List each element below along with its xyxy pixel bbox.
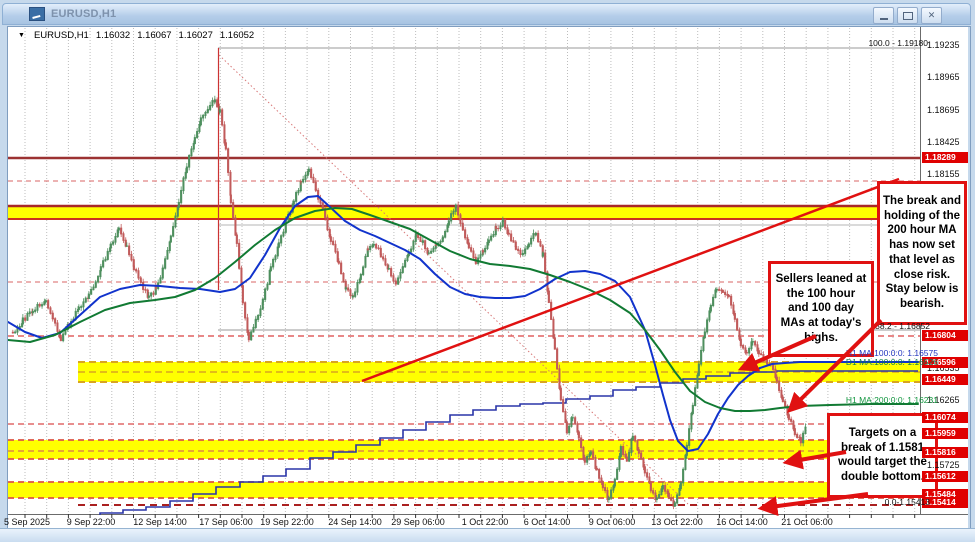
time-axis[interactable] xyxy=(8,514,968,529)
annotation-box-sellers[interactable]: Sellers leaned at the 100 hour and 100 d… xyxy=(768,261,874,357)
status-bar xyxy=(0,528,975,542)
symbol-label: EURUSD,H1 xyxy=(34,30,89,41)
quote-close: 1.16052 xyxy=(220,30,254,41)
quote-high: 1.16067 xyxy=(137,30,171,41)
quote-low: 1.16027 xyxy=(179,30,213,41)
annotation-box-targets[interactable]: Targets on a break of 1.1581 would targe… xyxy=(827,413,938,498)
restore-button[interactable] xyxy=(897,7,918,24)
chevron-down-icon[interactable]: ▼ xyxy=(18,32,25,39)
chart-window-icon xyxy=(29,7,45,21)
symbol-quote-header: ▼ EURUSD,H1 1.16032 1.16067 1.16027 1.16… xyxy=(18,30,254,41)
quote-open: 1.16032 xyxy=(96,30,130,41)
window-titlebar[interactable]: EURUSD,H1 ✕ xyxy=(2,3,971,25)
annotation-box-200ma[interactable]: The break and holding of the 200 hour MA… xyxy=(877,181,967,325)
window-title: EURUSD,H1 xyxy=(51,8,116,20)
metatrader-chart-window: { "window": {"title": "EURUSD,H1"}, "hea… xyxy=(0,0,975,542)
close-button[interactable]: ✕ xyxy=(921,7,942,24)
minimize-button[interactable] xyxy=(873,7,894,24)
